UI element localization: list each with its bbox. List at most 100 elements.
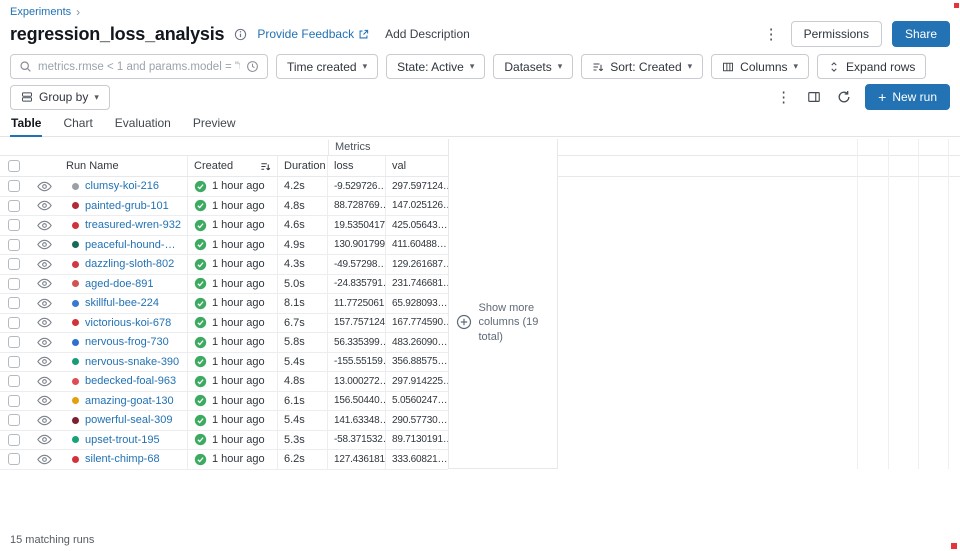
eye-icon[interactable] — [37, 337, 52, 348]
row-checkbox[interactable] — [8, 317, 20, 329]
eye-icon[interactable] — [37, 239, 52, 250]
metric-val-value: 231.746681… — [392, 278, 448, 289]
row-checkbox[interactable] — [8, 200, 20, 212]
header-created[interactable]: Created — [188, 156, 278, 176]
eye-icon[interactable] — [37, 317, 52, 328]
metric-val-value: 147.025126… — [392, 200, 448, 211]
columns-label: Columns — [740, 60, 787, 74]
time-created-dropdown[interactable]: Time created ▾ — [276, 54, 378, 79]
header-val[interactable]: val — [386, 156, 448, 176]
eye-icon[interactable] — [37, 415, 52, 426]
run-name-cell: peaceful-hound-944 — [60, 236, 188, 255]
run-name-link[interactable]: amazing-goat-130 — [85, 395, 174, 407]
run-name-link[interactable]: skillful-bee-224 — [85, 297, 159, 309]
breadcrumb-experiments-link[interactable]: Experiments — [10, 6, 71, 18]
eye-icon[interactable] — [37, 356, 52, 367]
select-all-checkbox[interactable] — [8, 160, 20, 172]
datasets-dropdown[interactable]: Datasets ▾ — [493, 54, 573, 79]
run-name-link[interactable]: upset-trout-195 — [85, 434, 160, 446]
run-name-link[interactable]: powerful-seal-309 — [85, 414, 172, 426]
metric-val-cell: 425.05643… — [386, 216, 448, 235]
search-input[interactable] — [38, 61, 240, 73]
row-checkbox[interactable] — [8, 434, 20, 446]
new-run-button[interactable]: + New run — [865, 84, 950, 110]
add-description-link[interactable]: Add Description — [385, 27, 470, 41]
table-row: painted-grub-101 1 hour ago 4.8s 88.7287… — [0, 197, 448, 217]
columns-dropdown[interactable]: Columns ▾ — [711, 54, 809, 79]
eye-icon[interactable] — [37, 259, 52, 270]
metric-val-value: 333.60821… — [392, 454, 447, 465]
run-name-link[interactable]: victorious-koi-678 — [85, 317, 171, 329]
run-name-link[interactable]: peaceful-hound-944 — [85, 239, 181, 251]
row-checkbox[interactable] — [8, 453, 20, 465]
run-dot — [72, 261, 79, 268]
run-name-link[interactable]: bedecked-foal-963 — [85, 375, 176, 387]
run-name-link[interactable]: aged-doe-891 — [85, 278, 154, 290]
row-checkbox[interactable] — [8, 395, 20, 407]
row-visibility-cell — [28, 197, 60, 216]
run-name-link[interactable]: clumsy-koi-216 — [85, 180, 159, 192]
provide-feedback-link[interactable]: Provide Feedback — [257, 27, 369, 41]
tab-evaluation[interactable]: Evaluation — [114, 114, 172, 137]
run-name-link[interactable]: dazzling-sloth-802 — [85, 258, 174, 270]
tab-table[interactable]: Table — [10, 114, 42, 137]
status-finished-icon — [194, 336, 207, 349]
row-checkbox[interactable] — [8, 278, 20, 290]
sort-indicator-icon[interactable] — [260, 161, 271, 172]
show-more-columns-button[interactable]: Show more columns (19 total) — [456, 301, 551, 344]
side-panel-toggle-icon[interactable] — [805, 88, 823, 106]
run-name-link[interactable]: painted-grub-101 — [85, 200, 169, 212]
sort-dropdown[interactable]: Sort: Created ▾ — [581, 54, 703, 79]
run-name-link[interactable]: nervous-snake-390 — [85, 356, 179, 368]
tab-chart[interactable]: Chart — [62, 114, 93, 137]
run-duration-cell: 5.4s — [278, 411, 328, 430]
run-name-link[interactable]: nervous-frog-730 — [85, 336, 169, 348]
eye-icon[interactable] — [37, 278, 52, 289]
expand-rows-button[interactable]: Expand rows — [817, 54, 926, 79]
eye-icon[interactable] — [37, 454, 52, 465]
row-checkbox-cell — [0, 431, 28, 450]
row-checkbox-cell — [0, 255, 28, 274]
run-name-link[interactable]: treasured-wren-932 — [85, 219, 181, 231]
run-created-text: 1 hour ago — [212, 434, 265, 446]
run-name-link[interactable]: silent-chimp-68 — [85, 453, 160, 465]
header-duration[interactable]: Duration — [278, 156, 328, 176]
eye-icon[interactable] — [37, 220, 52, 231]
row-checkbox[interactable] — [8, 297, 20, 309]
group-by-dropdown[interactable]: Group by ▾ — [10, 85, 110, 110]
row-checkbox-cell — [0, 353, 28, 372]
row-checkbox[interactable] — [8, 336, 20, 348]
search-history-clock-icon[interactable] — [246, 60, 259, 73]
header-loss[interactable]: loss — [328, 156, 386, 176]
run-name-cell: dazzling-sloth-802 — [60, 255, 188, 274]
sort-label: Sort: Created — [610, 60, 681, 74]
row-checkbox[interactable] — [8, 356, 20, 368]
eye-icon[interactable] — [37, 376, 52, 387]
eye-icon[interactable] — [37, 200, 52, 211]
row-checkbox[interactable] — [8, 180, 20, 192]
page-overflow-menu-icon[interactable]: ⋮ — [762, 25, 781, 44]
metric-val-cell: 297.914225… — [386, 372, 448, 391]
refresh-icon[interactable] — [835, 88, 853, 106]
tab-preview[interactable]: Preview — [192, 114, 237, 137]
header-run-name[interactable]: Run Name — [60, 156, 188, 176]
info-icon[interactable] — [232, 26, 249, 43]
row-checkbox[interactable] — [8, 258, 20, 270]
view-tabs: Table Chart Evaluation Preview — [0, 114, 960, 137]
eye-icon[interactable] — [37, 395, 52, 406]
share-button[interactable]: Share — [892, 21, 950, 47]
row-checkbox-cell — [0, 411, 28, 430]
run-created-cell: 1 hour ago — [188, 450, 278, 469]
row-checkbox[interactable] — [8, 375, 20, 387]
eye-icon[interactable] — [37, 298, 52, 309]
eye-icon[interactable] — [37, 181, 52, 192]
row-checkbox[interactable] — [8, 239, 20, 251]
run-created-text: 1 hour ago — [212, 200, 265, 212]
row-checkbox[interactable] — [8, 414, 20, 426]
permissions-button[interactable]: Permissions — [791, 21, 882, 47]
run-duration: 4.8s — [284, 200, 305, 212]
eye-icon[interactable] — [37, 434, 52, 445]
row-checkbox[interactable] — [8, 219, 20, 231]
table-overflow-menu-icon[interactable]: ⋮ — [774, 88, 793, 107]
state-dropdown[interactable]: State: Active ▾ — [386, 54, 485, 79]
